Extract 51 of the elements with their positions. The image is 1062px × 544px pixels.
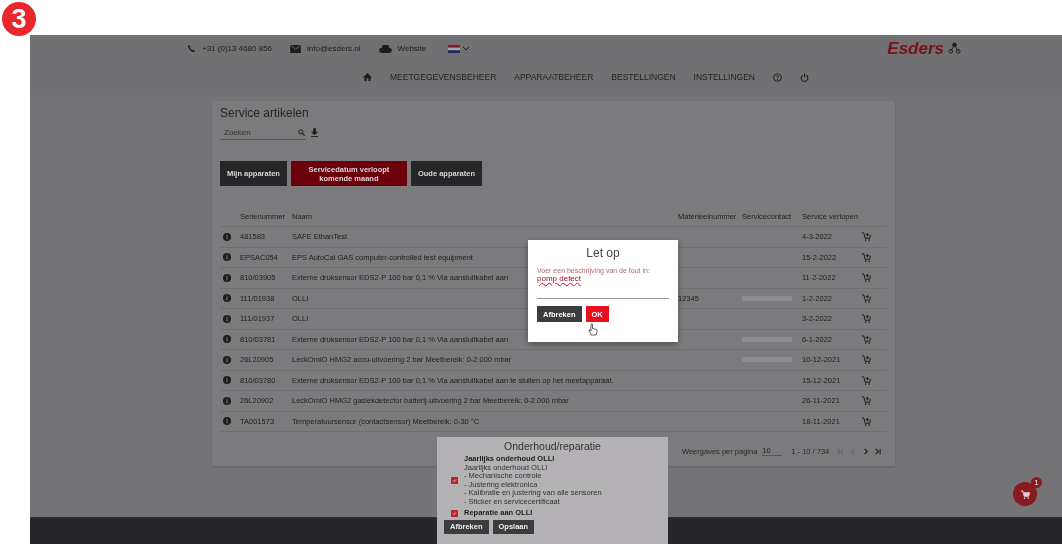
- phone-number[interactable]: +31 (0)13 4680 856: [202, 44, 273, 53]
- flag-icon[interactable]: [448, 44, 471, 53]
- last-page-icon[interactable]: [874, 447, 882, 455]
- info-icon[interactable]: [223, 417, 231, 426]
- cart-add-icon[interactable]: [862, 334, 871, 344]
- cart-count: 1: [1031, 477, 1042, 488]
- search-icon[interactable]: [298, 129, 305, 136]
- checkbox[interactable]: [451, 509, 458, 517]
- logo: Esders: [887, 38, 944, 59]
- cart-add-icon[interactable]: [862, 232, 871, 242]
- checkbox[interactable]: [451, 477, 458, 484]
- phone-icon: [187, 44, 196, 53]
- page-title: Service artikelen: [220, 106, 310, 120]
- mail-icon: [290, 44, 302, 53]
- info-icon[interactable]: [223, 314, 231, 323]
- cart-icon: [1020, 489, 1030, 499]
- cart-add-icon[interactable]: [862, 314, 871, 324]
- home-icon[interactable]: [363, 73, 372, 81]
- hand-cursor-icon: [588, 323, 598, 336]
- download-icon[interactable]: [311, 128, 318, 137]
- cloud-icon: [378, 44, 392, 53]
- info-icon[interactable]: [223, 232, 231, 241]
- info-icon[interactable]: [223, 376, 231, 385]
- power-icon[interactable]: [800, 72, 809, 82]
- nav-link[interactable]: INSTELLINGEN: [693, 72, 755, 82]
- step-badge: 3: [2, 2, 36, 36]
- info-icon[interactable]: [223, 335, 231, 344]
- info-icon[interactable]: [223, 294, 231, 303]
- cart-add-icon[interactable]: [862, 273, 871, 283]
- cart-add-icon[interactable]: [862, 416, 871, 426]
- info-icon[interactable]: [223, 396, 231, 405]
- nav-link[interactable]: BESTELLINGEN: [611, 72, 676, 82]
- cart-add-icon[interactable]: [862, 396, 871, 406]
- panel-title: Onderhoud/reparatie: [503, 440, 602, 452]
- molecule-icon: [947, 42, 962, 55]
- info-icon[interactable]: [223, 253, 231, 262]
- field-value: pomp defect: [537, 274, 582, 283]
- cart-add-icon[interactable]: [862, 355, 871, 365]
- cart-add-icon[interactable]: [862, 375, 871, 385]
- info-icon[interactable]: [223, 273, 231, 282]
- search-field[interactable]: Zoeken: [220, 125, 306, 140]
- email-link[interactable]: info@esders.nl: [307, 44, 361, 53]
- info-icon[interactable]: [223, 355, 231, 364]
- nav-link[interactable]: APPARAATBEHEER: [514, 72, 594, 82]
- dialog-title: Let op: [585, 246, 621, 260]
- cart-add-icon[interactable]: [862, 293, 871, 303]
- nav-link[interactable]: MEETGEGEVENSBEHEER: [390, 72, 497, 82]
- next-page-icon[interactable]: [862, 447, 870, 455]
- help-icon[interactable]: [773, 72, 782, 82]
- website-link[interactable]: Website: [397, 44, 427, 53]
- cart-add-icon[interactable]: [862, 252, 871, 262]
